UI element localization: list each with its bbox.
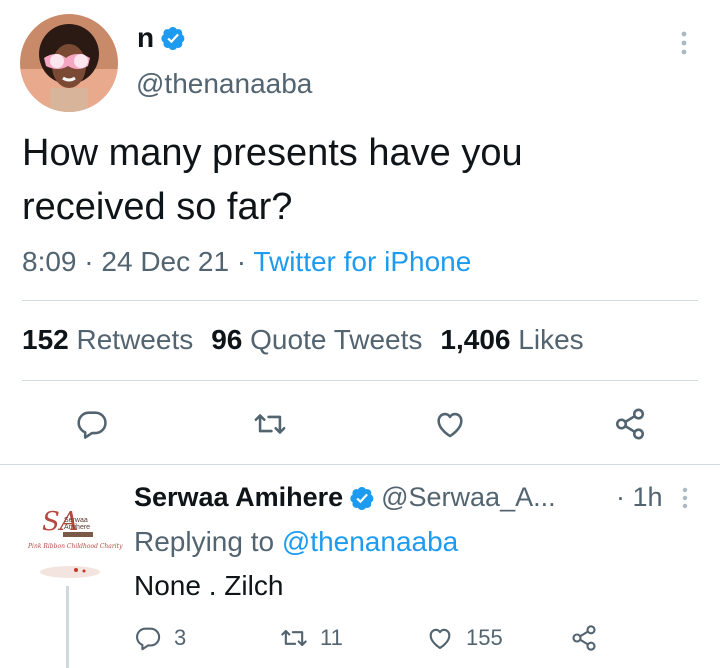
tweet-text-line-2: received so far? — [22, 186, 293, 228]
reply-icon — [136, 627, 161, 651]
quotes-stat[interactable]: 96 Quote Tweets — [211, 324, 422, 355]
reply-icon — [77, 411, 107, 439]
reply-author-handle[interactable]: @Serwaa_A... — [381, 482, 556, 513]
like-icon — [437, 412, 463, 438]
author-name[interactable]: n — [137, 22, 186, 54]
reply-reply-button[interactable]: 3 — [134, 622, 186, 654]
divider — [22, 300, 698, 301]
replying-to-handle[interactable]: @thenanaaba — [282, 526, 458, 557]
share-button[interactable] — [610, 404, 650, 444]
likes-label: Likes — [518, 324, 584, 355]
reply-text: None . Zilch — [134, 570, 284, 601]
divider — [0, 464, 720, 465]
more-options-icon[interactable] — [676, 30, 692, 56]
tweet-date[interactable]: 24 Dec 21 — [101, 246, 229, 277]
avatar-logo-line2: Amihere — [64, 524, 90, 531]
like-button[interactable] — [430, 404, 470, 444]
retweet-button[interactable] — [250, 404, 290, 444]
author-handle[interactable]: @thenanaaba — [136, 68, 312, 100]
retweets-label: Retweets — [76, 324, 194, 355]
author-avatar[interactable] — [20, 14, 118, 112]
tweet-stats: 152 Retweets 96 Quote Tweets 1,406 Likes — [22, 324, 584, 356]
avatar-tagline: Pink Ribbon Childhood Charity — [27, 543, 123, 550]
author-name-text[interactable]: n — [137, 22, 154, 54]
verified-badge-icon — [350, 486, 374, 510]
meta-separator: · — [76, 246, 102, 277]
likes-count: 1,406 — [440, 324, 511, 355]
verified-badge-icon — [161, 27, 185, 51]
tweet-time[interactable]: 8:09 — [22, 246, 77, 277]
reply-author-avatar[interactable]: SA Serwaa Amihere Pink Ribbon Childhood … — [14, 484, 124, 594]
share-icon — [572, 625, 596, 651]
more-options-icon[interactable] — [679, 486, 691, 510]
thread-line — [66, 586, 69, 668]
reply-count: 3 — [174, 625, 187, 650]
retweet-icon — [254, 414, 286, 434]
tweet-meta: 8:09 · 24 Dec 21 · Twitter for iPhone — [22, 246, 471, 278]
quotes-count: 96 — [211, 324, 243, 355]
divider — [22, 380, 698, 381]
reply-like-button[interactable]: 155 — [426, 622, 503, 654]
tweet-source[interactable]: Twitter for iPhone — [253, 246, 471, 277]
tweet-text: How many presents have you received so f… — [22, 126, 682, 234]
quotes-label: Quote Tweets — [250, 324, 423, 355]
reply-header: Serwaa Amihere @Serwaa_A... — [134, 482, 556, 513]
reply-button[interactable] — [72, 404, 112, 444]
retweets-stat[interactable]: 152 Retweets — [22, 324, 193, 355]
meta-separator: · — [229, 246, 254, 277]
share-icon — [615, 408, 645, 440]
reply-author-name[interactable]: Serwaa Amihere — [134, 482, 343, 513]
replying-prefix: Replying to — [134, 526, 275, 557]
avatar-logo-line1: Serwaa — [64, 517, 88, 524]
like-count: 155 — [466, 625, 503, 650]
reply-time[interactable]: · 1h — [616, 482, 663, 513]
retweet-icon — [281, 629, 307, 647]
replying-to: Replying to @thenanaaba — [134, 526, 458, 558]
retweets-count: 152 — [22, 324, 69, 355]
retweet-count: 11 — [320, 625, 343, 650]
like-icon — [429, 628, 451, 649]
reply-retweet-button[interactable]: 11 — [280, 622, 343, 654]
tweet-text-line-1: How many presents have you — [22, 132, 523, 174]
reply-share-button[interactable] — [570, 622, 598, 654]
likes-stat[interactable]: 1,406 Likes — [440, 324, 583, 355]
